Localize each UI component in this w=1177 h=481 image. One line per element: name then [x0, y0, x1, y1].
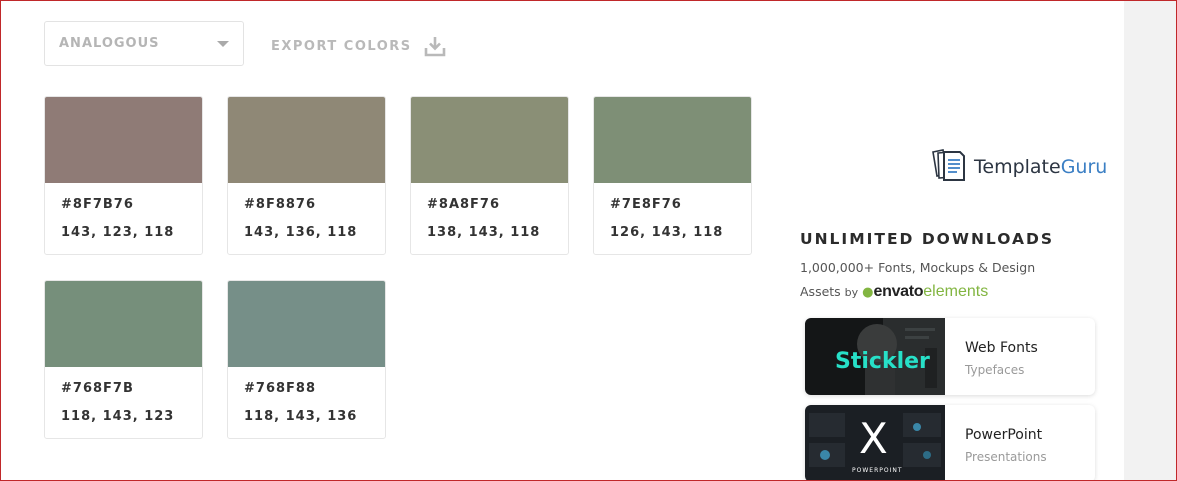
- envato-leaf-icon: ●: [862, 285, 874, 300]
- card-title: Web Fonts: [965, 340, 1038, 356]
- swatch-rgb: 118, 143, 123: [61, 409, 175, 424]
- swatch-rgb: 143, 136, 118: [244, 225, 358, 240]
- card-subtitle: Presentations: [965, 450, 1047, 464]
- color-swatch[interactable]: #768F88 118, 143, 136: [227, 280, 386, 439]
- swatch-rgb: 118, 143, 136: [244, 409, 358, 424]
- card-title: PowerPoint: [965, 427, 1043, 443]
- swatch-chip: [594, 97, 751, 183]
- logo-text-template: Template: [974, 156, 1061, 178]
- ad-subtitle: 1,000,000+ Fonts, Mockups & Design Asset…: [800, 256, 1070, 305]
- right-gutter: [1124, 1, 1176, 480]
- swatch-hex: #768F7B: [61, 381, 134, 396]
- envato-wordmark: envato: [873, 283, 924, 300]
- color-swatch[interactable]: #8F7B76 143, 123, 118: [44, 96, 203, 255]
- swatch-chip: [228, 97, 385, 183]
- swatch-rgb: 126, 143, 118: [610, 225, 724, 240]
- ad-assets-text: Assets: [800, 284, 841, 299]
- swatch-rgb: 143, 123, 118: [61, 225, 175, 240]
- color-swatch[interactable]: #768F7B 118, 143, 123: [44, 280, 203, 439]
- envato-elements-logo[interactable]: ●envatoelements: [862, 283, 989, 300]
- swatch-chip: [45, 281, 202, 367]
- export-colors-button[interactable]: EXPORT COLORS: [271, 34, 446, 58]
- ad-title: UNLIMITED DOWNLOADS: [800, 230, 1055, 248]
- document-stack-icon: [930, 148, 968, 187]
- logo-text-guru: Guru: [1060, 156, 1108, 178]
- swatch-chip: [228, 281, 385, 367]
- swatch-chip: [411, 97, 568, 183]
- templateguru-logo[interactable]: TemplateGuru: [930, 148, 1108, 187]
- powerpoint-x-glyph: X: [859, 414, 888, 463]
- ad-by-text: by: [844, 286, 859, 299]
- swatch-hex: #768F88: [244, 381, 316, 396]
- download-icon: [424, 35, 446, 57]
- chevron-down-icon: [217, 41, 229, 47]
- card-subtitle: Typefaces: [965, 363, 1025, 377]
- swatch-hex: #8A8F76: [427, 197, 501, 212]
- export-colors-label: EXPORT COLORS: [271, 38, 412, 54]
- swatch-chip: [45, 97, 202, 183]
- scheme-select-value: ANALOGOUS: [59, 36, 160, 51]
- scheme-select[interactable]: ANALOGOUS: [44, 21, 244, 66]
- ad-assets-line: Assets by ●envatoelements: [800, 280, 1070, 305]
- elements-wordmark: elements: [923, 283, 989, 300]
- ad-card-web-fonts[interactable]: Stickler Web Fonts Typefaces: [805, 318, 1095, 395]
- powerpoint-thumbnail: X POWERPOINT: [805, 405, 945, 481]
- swatch-hex: #8F8876: [244, 197, 316, 212]
- swatch-rgb: 138, 143, 118: [427, 225, 541, 240]
- swatch-hex: #8F7B76: [61, 197, 134, 212]
- web-fonts-thumbnail: Stickler: [805, 318, 945, 395]
- color-swatch[interactable]: #8A8F76 138, 143, 118: [410, 96, 569, 255]
- powerpoint-thumb-caption: POWERPOINT: [852, 467, 903, 474]
- swatch-hex: #7E8F76: [610, 197, 682, 212]
- color-swatch[interactable]: #8F8876 143, 136, 118: [227, 96, 386, 255]
- ad-card-powerpoint[interactable]: X POWERPOINT PowerPoint Presentations: [805, 405, 1095, 481]
- ad-subtitle-line: 1,000,000+ Fonts, Mockups & Design: [800, 260, 1036, 275]
- color-swatch[interactable]: #7E8F76 126, 143, 118: [593, 96, 752, 255]
- stickler-thumb-text: Stickler: [835, 349, 930, 374]
